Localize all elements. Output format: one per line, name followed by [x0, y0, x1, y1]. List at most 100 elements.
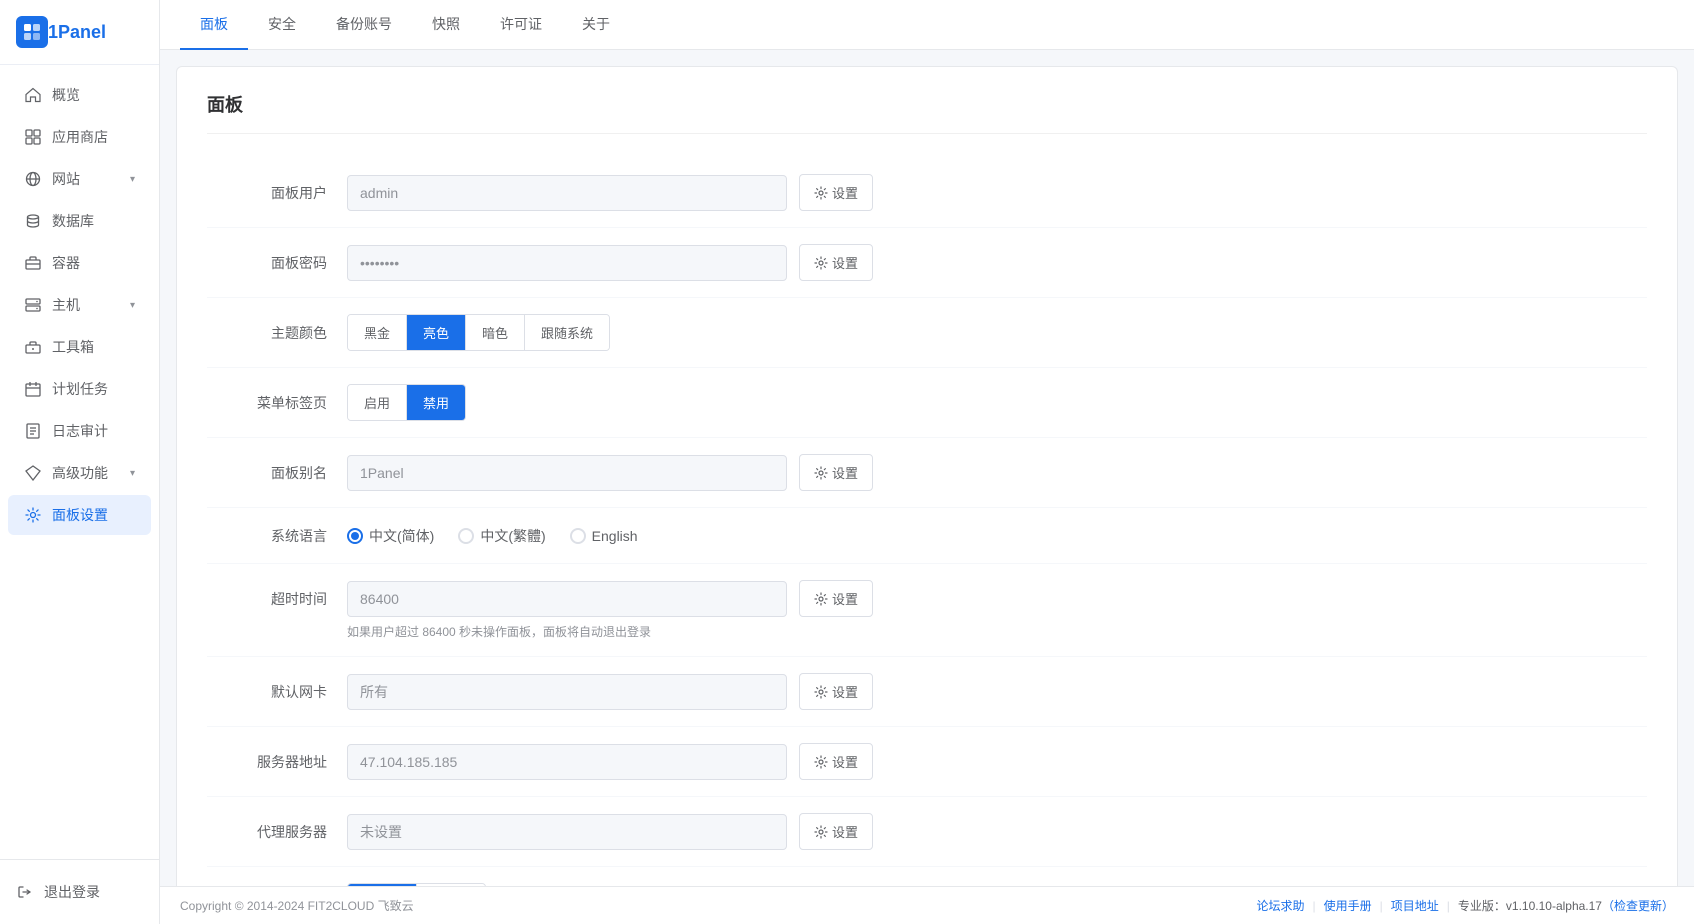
default-nic-control: 设置	[347, 673, 1647, 710]
default-nic-setting-btn[interactable]: 设置	[799, 673, 873, 710]
menu-tab-enable-btn[interactable]: 启用	[348, 385, 407, 420]
settings-icon	[24, 506, 42, 524]
menu-tab-control: 启用 禁用	[347, 384, 1647, 421]
server-address-control: 设置	[347, 743, 1647, 780]
language-en-label: English	[592, 528, 638, 544]
version-number: v1.10.10-alpha.17	[1506, 899, 1602, 913]
gear-icon	[814, 256, 828, 270]
theme-color-row: 主题颜色 黑金 亮色 暗色 跟随系统	[207, 298, 1647, 368]
container-icon	[24, 254, 42, 272]
language-zh-tw-option[interactable]: 中文(繁體)	[458, 526, 545, 546]
tab-snapshot[interactable]: 快照	[412, 0, 480, 50]
project-link[interactable]: 项目地址	[1391, 897, 1439, 914]
timeout-control: 设置	[347, 580, 1647, 617]
server-address-row: 服务器地址 设置	[207, 727, 1647, 797]
logout-label: 退出登录	[44, 882, 100, 902]
panel-password-label: 面板密码	[207, 253, 347, 273]
toolbox-icon	[24, 338, 42, 356]
language-zh-cn-label: 中文(简体)	[369, 526, 434, 546]
tab-backup-account[interactable]: 备份账号	[316, 0, 412, 50]
panel-password-setting-btn[interactable]: 设置	[799, 244, 873, 281]
sidebar-item-scheduled-task[interactable]: 计划任务	[8, 369, 151, 409]
settings-card: 面板 面板用户 设置 面板密码	[176, 66, 1678, 886]
sidebar-item-database[interactable]: 数据库	[8, 201, 151, 241]
theme-color-group: 黑金 亮色 暗色 跟随系统	[347, 314, 610, 351]
sidebar-item-panel-settings[interactable]: 面板设置	[8, 495, 151, 535]
panel-password-control: 设置	[347, 244, 1647, 281]
forum-link[interactable]: 论坛求助	[1256, 897, 1304, 914]
sidebar-item-toolbox[interactable]: 工具箱	[8, 327, 151, 367]
calendar-icon	[24, 380, 42, 398]
sidebar-item-advanced[interactable]: 高级功能 ▾	[8, 453, 151, 493]
sidebar-nav: 概览 应用商店 网站 ▾ 数据库	[0, 65, 159, 859]
timeout-row: 超时时间 设置 如果用户超过 86400 秒未操作面板，面板将自动退出登录	[207, 564, 1647, 657]
timeout-setting-btn[interactable]: 设置	[799, 580, 873, 617]
bottom-bar: Copyright © 2014-2024 FIT2CLOUD 飞致云 论坛求助…	[160, 886, 1694, 924]
system-language-control: 中文(简体) 中文(繁體) English	[347, 526, 1647, 546]
logo-icon	[16, 16, 48, 48]
theme-dark-btn[interactable]: 暗色	[466, 315, 525, 350]
gear-icon	[814, 592, 828, 606]
proxy-server-input[interactable]	[347, 814, 787, 850]
tab-security[interactable]: 安全	[248, 0, 316, 50]
default-nic-input[interactable]	[347, 674, 787, 710]
sidebar-item-host[interactable]: 主机 ▾	[8, 285, 151, 325]
panel-alias-control: 设置	[347, 454, 1647, 491]
panel-user-control: 设置	[347, 174, 1647, 211]
panel-user-input[interactable]	[347, 175, 787, 211]
panel-password-input[interactable]	[347, 245, 787, 281]
manual-link[interactable]: 使用手册	[1324, 897, 1372, 914]
radio-zh-cn-indicator	[347, 528, 363, 544]
diamond-icon	[24, 464, 42, 482]
check-update-link[interactable]: （检查更新）	[1602, 897, 1674, 914]
tab-about[interactable]: 关于	[562, 0, 630, 50]
chevron-down-icon: ▾	[130, 300, 135, 311]
gear-icon	[814, 755, 828, 769]
panel-alias-row: 面板别名 设置	[207, 438, 1647, 508]
theme-light-btn[interactable]: 亮色	[407, 315, 466, 350]
tab-panel[interactable]: 面板	[180, 0, 248, 50]
menu-tab-disable-btn[interactable]: 禁用	[407, 385, 465, 420]
log-icon	[24, 422, 42, 440]
chevron-down-icon: ▾	[130, 468, 135, 479]
tab-license[interactable]: 许可证	[480, 0, 562, 50]
timeout-input[interactable]	[347, 581, 787, 617]
timeout-help-text: 如果用户超过 86400 秒未操作面板，面板将自动退出登录	[347, 625, 651, 639]
globe-icon	[24, 170, 42, 188]
server-address-input[interactable]	[347, 744, 787, 780]
proxy-server-label: 代理服务器	[207, 822, 347, 842]
sidebar-item-website[interactable]: 网站 ▾	[8, 159, 151, 199]
default-nic-label: 默认网卡	[207, 682, 347, 702]
panel-alias-input[interactable]	[347, 455, 787, 491]
sidebar-item-log-audit[interactable]: 日志审计	[8, 411, 151, 451]
server-address-setting-btn[interactable]: 设置	[799, 743, 873, 780]
panel-user-row: 面板用户 设置	[207, 158, 1647, 228]
proxy-server-row: 代理服务器 设置	[207, 797, 1647, 867]
page-title: 面板	[207, 91, 1647, 134]
panel-user-setting-btn[interactable]: 设置	[799, 174, 873, 211]
panel-user-label: 面板用户	[207, 183, 347, 203]
menu-tab-label: 菜单标签页	[207, 393, 347, 413]
sidebar-item-container[interactable]: 容器	[8, 243, 151, 283]
logo-area: 1Panel	[0, 0, 159, 65]
version-prefix: 专业版：	[1458, 897, 1506, 914]
proxy-server-setting-btn[interactable]: 设置	[799, 813, 873, 850]
bottom-links: 论坛求助 | 使用手册 | 项目地址 | 专业版： v1.10.10-alpha…	[1256, 897, 1674, 914]
chevron-down-icon: ▾	[130, 174, 135, 185]
gear-icon	[814, 466, 828, 480]
theme-follow-system-btn[interactable]: 跟随系统	[525, 315, 609, 350]
sidebar-item-dashboard[interactable]: 概览	[8, 75, 151, 115]
home-icon	[24, 86, 42, 104]
theme-color-control: 黑金 亮色 暗色 跟随系统	[347, 314, 1647, 351]
sidebar-item-logout[interactable]: 退出登录	[0, 872, 159, 912]
language-en-option[interactable]: English	[570, 528, 638, 544]
theme-black-gold-btn[interactable]: 黑金	[348, 315, 407, 350]
sidebar-footer: 退出登录	[0, 859, 159, 924]
logo-text: 1Panel	[48, 22, 106, 43]
preview-plan-row: 预览体验计划 启用 禁用 获取 1Panel 的预览版本，以分享有关新功能和更新…	[207, 867, 1647, 886]
server-address-label: 服务器地址	[207, 752, 347, 772]
gear-icon	[814, 186, 828, 200]
panel-alias-setting-btn[interactable]: 设置	[799, 454, 873, 491]
sidebar-item-app-store[interactable]: 应用商店	[8, 117, 151, 157]
language-zh-cn-option[interactable]: 中文(简体)	[347, 526, 434, 546]
